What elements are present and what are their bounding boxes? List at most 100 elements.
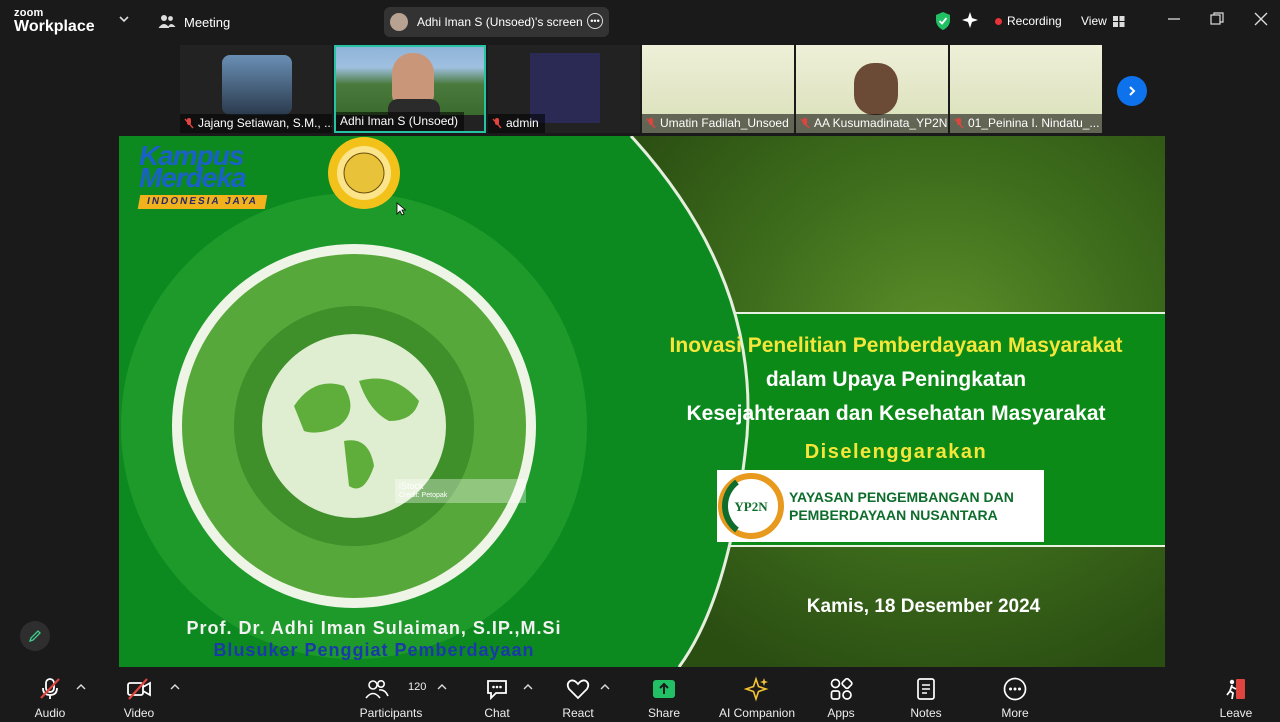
yp2n-logo-text: YP2N: [734, 499, 768, 514]
chat-button[interactable]: Chat: [478, 667, 516, 722]
more-label: More: [1001, 706, 1029, 720]
chevron-down-icon[interactable]: [118, 13, 130, 25]
video-button[interactable]: Video: [120, 667, 158, 722]
ai-sparkle-icon[interactable]: [961, 11, 979, 29]
chat-label: Chat: [484, 706, 510, 720]
zoom-workplace-logo[interactable]: zoom Workplace: [14, 8, 95, 35]
participant-face: [854, 63, 898, 115]
chevron-right-icon: [1129, 86, 1136, 96]
watermark-text: iStock: [399, 481, 424, 491]
more-button[interactable]: More: [996, 667, 1034, 722]
participant-name: 01_Peinina I. Nindatu_...: [968, 116, 1100, 130]
ai-companion-label: AI Companion: [718, 706, 796, 720]
video-label: Video: [123, 706, 155, 720]
restore-icon[interactable]: [1210, 12, 1224, 26]
participant-name-tag: Umatin Fadilah_Unsoed: [642, 114, 794, 133]
react-button[interactable]: React: [559, 667, 597, 722]
mic-muted-icon: [800, 118, 810, 129]
leave-label: Leave: [1219, 706, 1253, 720]
share-screen-icon: [653, 680, 675, 698]
annotate-button[interactable]: [20, 621, 50, 651]
participant-name: Jajang Setiawan, S.M., ...: [198, 116, 332, 130]
organizer-logo-box: YP2N YAYASAN PENGEMBANGAN DAN PEMBERDAYA…: [717, 470, 1044, 542]
title-line1: Inovasi Penelitian Pemberdayaan Masyarak…: [669, 334, 1123, 357]
shield-check-icon[interactable]: [934, 11, 952, 31]
view-label: View: [1081, 14, 1107, 28]
org-name-line1: YAYASAN PENGEMBANGAN DAN: [789, 489, 1014, 505]
kampus-merdeka-logo: Kampus Merdeka INDONESIA JAYA: [137, 142, 268, 209]
participant-photo: [222, 55, 292, 115]
grid-view-icon: [1112, 15, 1125, 27]
chevron-up-icon[interactable]: [600, 683, 610, 691]
participants-button[interactable]: Participants: [357, 667, 425, 722]
chevron-up-icon[interactable]: [437, 683, 447, 691]
mic-muted-icon: [184, 118, 194, 129]
participant-shared-thumbnail: [530, 53, 600, 123]
slide-title: Inovasi Penelitian Pemberdayaan Masyarak…: [627, 329, 1165, 431]
chat-icon: [487, 680, 507, 701]
leave-button[interactable]: Leave: [1217, 667, 1255, 722]
participant-name-tag: admin: [488, 114, 545, 133]
participants-label: Participants: [359, 706, 423, 720]
participant-tile[interactable]: admin: [488, 45, 640, 133]
mic-muted-icon: [40, 678, 60, 699]
recording-dot-icon: [995, 17, 1002, 25]
more-icon: [1003, 677, 1027, 701]
meeting-info-button[interactable]: Meeting: [158, 12, 230, 32]
screen-share-label: Adhi Iman S (Unsoed)'s screen: [417, 15, 583, 29]
participant-name: admin: [506, 116, 539, 130]
participant-name-tag: Adhi Iman S (Unsoed): [336, 112, 465, 131]
participant-name-tag: Jajang Setiawan, S.M., ...: [180, 114, 332, 133]
event-date: Kamis, 18 Desember 2024: [806, 596, 1041, 617]
heart-icon: [566, 679, 590, 700]
apps-button[interactable]: Apps: [822, 667, 860, 722]
chevron-up-icon[interactable]: [170, 683, 180, 691]
more-options-icon[interactable]: •••: [587, 13, 603, 29]
chevron-up-icon[interactable]: [523, 683, 533, 691]
share-button[interactable]: Share: [645, 667, 683, 722]
presenter-title: Blusuker Penggiat Pemberdayaan: [213, 640, 535, 660]
audio-label: Audio: [34, 706, 66, 720]
chevron-up-icon[interactable]: [76, 683, 86, 691]
audio-button[interactable]: Audio: [31, 667, 69, 722]
recording-indicator[interactable]: Recording: [995, 10, 1062, 32]
notes-label: Notes: [910, 706, 942, 720]
ai-companion-button[interactable]: AI Companion: [716, 667, 798, 722]
title-line3: Kesejahteraan dan Kesehatan Masyarakat: [686, 402, 1106, 425]
notes-button[interactable]: Notes: [907, 667, 945, 722]
mouse-cursor-icon: [396, 202, 406, 216]
participant-tile[interactable]: AA Kusumadinata_YP2N: [796, 45, 948, 133]
ai-sparkle-icon: [744, 676, 769, 702]
meeting-label: Meeting: [184, 14, 231, 30]
next-page-button[interactable]: [1117, 76, 1147, 106]
participants-count: 120: [408, 681, 427, 693]
recording-label: Recording: [1007, 14, 1062, 28]
sharer-avatar: [390, 13, 408, 31]
minimize-icon[interactable]: [1167, 12, 1181, 26]
participant-tile[interactable]: Umatin Fadilah_Unsoed: [642, 45, 794, 133]
apps-label: Apps: [827, 706, 855, 720]
mic-muted-icon: [492, 118, 502, 129]
participant-tile-active[interactable]: Adhi Iman S (Unsoed): [334, 45, 486, 133]
share-label: Share: [647, 706, 681, 720]
participants-icon: [365, 680, 389, 699]
top-bar: zoom Workplace Meeting Adhi Iman S (Unso…: [0, 0, 1280, 44]
kampus-tag: INDONESIA JAYA: [137, 195, 268, 209]
presenter-name: Prof. Dr. Adhi Iman Sulaiman, S.IP.,M.Si: [186, 618, 562, 638]
participant-tile[interactable]: Jajang Setiawan, S.M., ...: [180, 45, 332, 133]
apps-icon: [830, 677, 853, 700]
yp2n-logo: YP2N: [718, 473, 784, 539]
participant-name: Adhi Iman S (Unsoed): [340, 114, 459, 128]
participants-group-icon: [158, 15, 176, 28]
participant-tile[interactable]: 01_Peinina I. Nindatu_...: [950, 45, 1102, 133]
watermark-credit: Credit: Petopak: [399, 492, 448, 499]
screen-share-indicator[interactable]: Adhi Iman S (Unsoed)'s screen •••: [384, 7, 609, 37]
view-button[interactable]: View: [1081, 10, 1125, 32]
kampus-line2: Merdeka: [139, 162, 247, 193]
close-icon[interactable]: [1254, 12, 1268, 26]
org-name-line2: PEMBERDAYAAN NUSANTARA: [789, 507, 998, 523]
participant-name: Umatin Fadilah_Unsoed: [660, 116, 789, 130]
mic-muted-icon: [646, 118, 656, 129]
mic-muted-icon: [954, 118, 964, 129]
brand-bottom-text: Workplace: [14, 18, 95, 35]
